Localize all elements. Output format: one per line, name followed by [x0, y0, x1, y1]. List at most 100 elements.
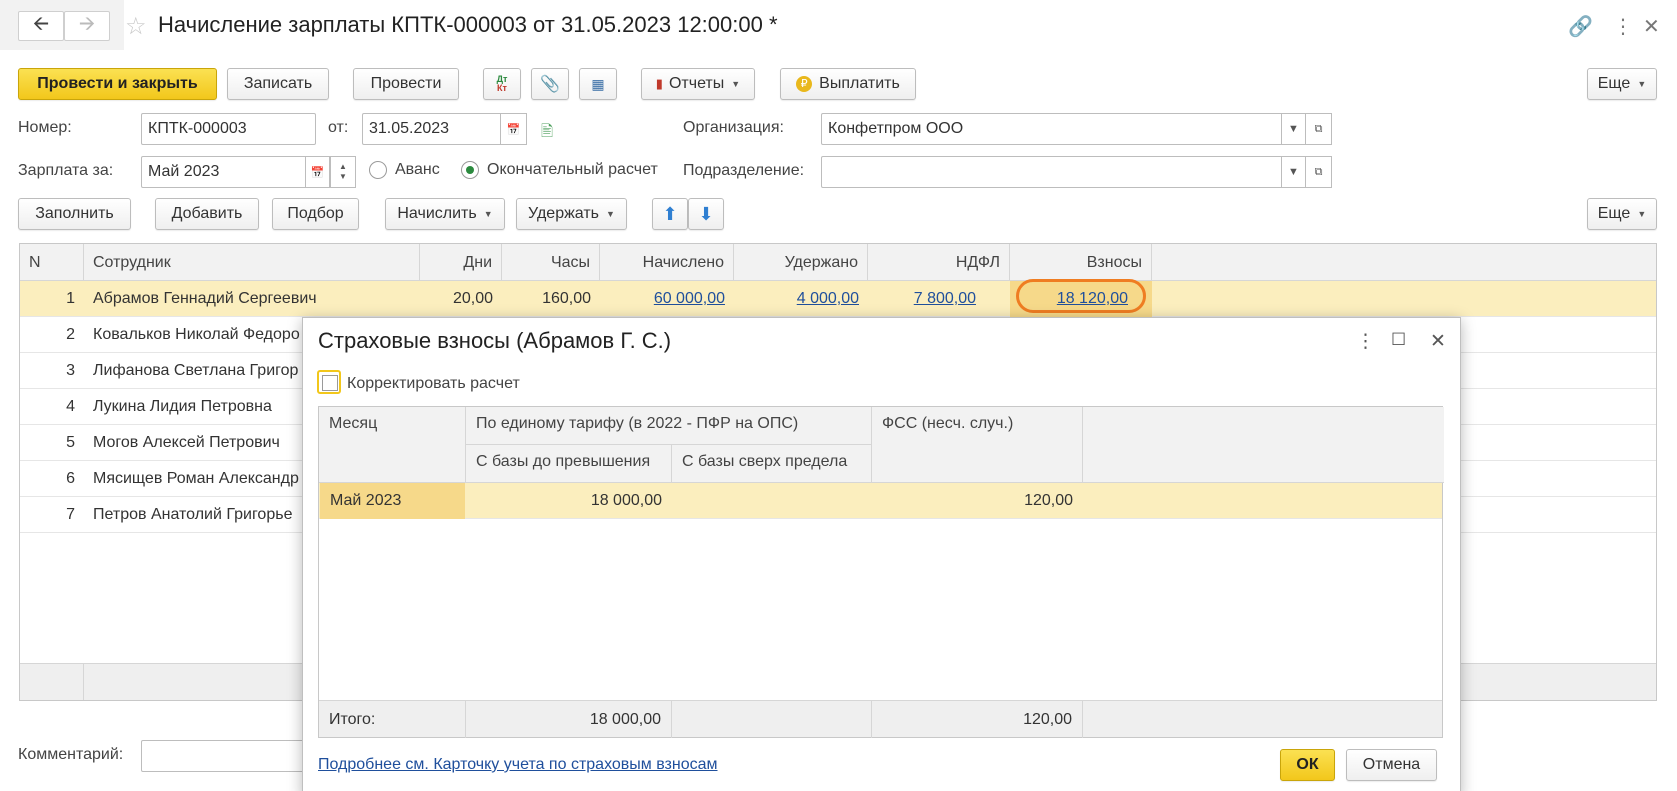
table-row[interactable]: 1 Абрамов Геннадий Сергеевич 20,00 160,0… [20, 281, 1656, 317]
column-header-base-below[interactable]: С базы до превышения [466, 445, 672, 483]
withhold-button[interactable]: Удержать ▼ [516, 198, 627, 230]
row-number: 6 [66, 470, 75, 487]
back-button[interactable]: 🡨 [18, 11, 64, 41]
column-header-accrued[interactable]: Начислено [600, 244, 734, 281]
organization-open-button[interactable]: ⧉ [1305, 113, 1332, 145]
total-label: Итого: [319, 701, 466, 738]
pick-button[interactable]: Подбор [272, 198, 359, 230]
row-number: 4 [66, 398, 75, 415]
chevron-down-icon: ▼ [1637, 79, 1647, 89]
advance-radio[interactable]: Аванс [369, 161, 440, 179]
column-header-ndfl[interactable]: НДФЛ [868, 244, 1010, 281]
comment-field[interactable] [141, 740, 311, 772]
cancel-button[interactable]: Отмена [1346, 749, 1437, 781]
footer-divider [83, 664, 84, 700]
organization-field[interactable]: Конфетпром ООО [821, 113, 1283, 145]
details-link[interactable]: Подробнее см. Карточку учета по страховы… [318, 756, 718, 774]
department-dropdown-button[interactable]: ▼ [1281, 156, 1306, 188]
calendar-button[interactable]: 📅 [500, 113, 527, 145]
table-row[interactable]: Май 2023 18 000,00 120,00 [319, 483, 1442, 519]
department-label: Подразделение: [683, 162, 805, 179]
add-button[interactable]: Добавить [155, 198, 259, 230]
column-header-n[interactable]: N [20, 244, 84, 281]
document-icon[interactable]: 🖹 [541, 121, 553, 146]
open-icon: ⧉ [1314, 165, 1323, 178]
ok-button[interactable]: ОК [1280, 749, 1335, 781]
radio-selected-icon [461, 161, 479, 179]
month-calendar-button[interactable]: 📅 [305, 156, 330, 188]
column-header-month[interactable]: Месяц [319, 407, 466, 483]
reports-button[interactable]: ▮ Отчеты ▼ [641, 68, 755, 100]
ndfl-link[interactable]: 7 800,00 [914, 290, 976, 308]
fill-button[interactable]: Заполнить [18, 198, 131, 230]
total-base-above [672, 701, 872, 738]
move-down-button[interactable]: ⬇ [688, 198, 724, 230]
post-and-close-button[interactable]: Провести и закрыть [18, 68, 217, 100]
column-header-base-above[interactable]: С базы сверх предела [672, 445, 872, 483]
insurance-contributions-dialog: Страховые взносы (Абрамов Г. С.) ⋮ ☐ ✕ К… [302, 317, 1461, 791]
advance-label: Аванс [395, 161, 440, 178]
close-icon[interactable]: ✕ [1430, 330, 1446, 353]
row-number: 2 [66, 326, 75, 343]
organization-label: Организация: [683, 119, 784, 136]
column-header-single-tariff[interactable]: По единому тарифу (в 2022 - ПФР на ОПС) [466, 407, 872, 445]
accrued-link[interactable]: 60 000,00 [654, 290, 725, 308]
final-calc-radio[interactable]: Окончательный расчет [461, 161, 658, 179]
column-header-contributions[interactable]: Взносы [1010, 244, 1152, 281]
paperclip-icon: 📎 [540, 76, 560, 93]
more-vertical-icon[interactable]: ⋮ [1356, 330, 1375, 353]
table-more-button[interactable]: Еще ▼ [1587, 198, 1657, 230]
save-button[interactable]: Записать [227, 68, 329, 100]
column-header-days[interactable]: Дни [420, 244, 502, 281]
contributions-table[interactable]: Месяц По единому тарифу (в 2022 - ПФР на… [318, 406, 1444, 738]
accrue-button[interactable]: Начислить ▼ [385, 198, 505, 230]
withheld-link[interactable]: 4 000,00 [797, 290, 859, 308]
calendar-icon: 📅 [506, 123, 521, 136]
organization-dropdown-button[interactable]: ▼ [1281, 113, 1306, 145]
chevron-down-icon: ▼ [606, 209, 615, 219]
column-header-withheld[interactable]: Удержано [734, 244, 868, 281]
base-below-value: 18 000,00 [590, 492, 662, 509]
department-field[interactable] [821, 156, 1283, 188]
column-header-fss[interactable]: ФСС (несч. случ.) [872, 407, 1083, 483]
month-spinner[interactable]: ▲ ▼ [330, 156, 356, 188]
row-number: 3 [66, 362, 75, 379]
maximize-icon[interactable]: ☐ [1391, 330, 1406, 350]
more-label: Еще [1597, 75, 1631, 92]
date-field[interactable]: 31.05.2023 [362, 113, 502, 145]
column-header-employee[interactable]: Сотрудник [84, 244, 420, 281]
department-open-button[interactable]: ⧉ [1305, 156, 1332, 188]
favorite-star-icon[interactable]: ☆ [125, 12, 147, 41]
dialog-title: Страховые взносы (Абрамов Г. С.) [318, 328, 672, 353]
hours-value: 160,00 [542, 290, 591, 307]
employee-name: Абрамов Геннадий Сергеевич [93, 290, 317, 307]
total-fss: 120,00 [872, 701, 1083, 738]
salary-for-label: Зарплата за: [18, 162, 114, 179]
open-icon: ⧉ [1314, 122, 1323, 135]
attach-button[interactable]: 📎 [531, 68, 569, 100]
forward-button[interactable]: 🡪 [64, 11, 110, 41]
ndfl-link-cell: 7 800,00 [868, 281, 1010, 317]
salary-month-field[interactable]: Май 2023 [141, 156, 307, 188]
chevron-down-icon: ▼ [1637, 209, 1647, 219]
pay-button[interactable]: ₽ Выплатить [780, 68, 916, 100]
number-field[interactable]: КПТК-000003 [141, 113, 316, 145]
structure-button[interactable]: ▦ [579, 68, 617, 100]
link-icon[interactable]: 🔗 [1568, 14, 1593, 39]
row-number: 5 [66, 434, 75, 451]
coin-icon: ₽ [796, 76, 813, 92]
table-totals: Итого: 18 000,00 120,00 [319, 700, 1442, 738]
post-button[interactable]: Провести [353, 68, 459, 100]
close-icon[interactable]: ✕ [1643, 14, 1660, 39]
window-title: Начисление зарплаты КПТК-000003 от 31.05… [158, 12, 778, 37]
table-header: N Сотрудник Дни Часы Начислено Удержано … [20, 244, 1656, 281]
more-button[interactable]: Еще ▼ [1587, 68, 1657, 100]
move-up-button[interactable]: ⬆ [652, 198, 688, 230]
dt-kt-button[interactable]: Дт Кт [483, 68, 521, 100]
reports-label: Отчеты [668, 75, 725, 92]
correct-calculation-checkbox[interactable] [317, 370, 341, 394]
column-header-hours[interactable]: Часы [502, 244, 600, 281]
dt-kt-icon: Дт Кт [496, 74, 508, 93]
more-vertical-icon[interactable]: ⋮ [1613, 14, 1633, 39]
hierarchy-icon: ▦ [591, 75, 605, 92]
